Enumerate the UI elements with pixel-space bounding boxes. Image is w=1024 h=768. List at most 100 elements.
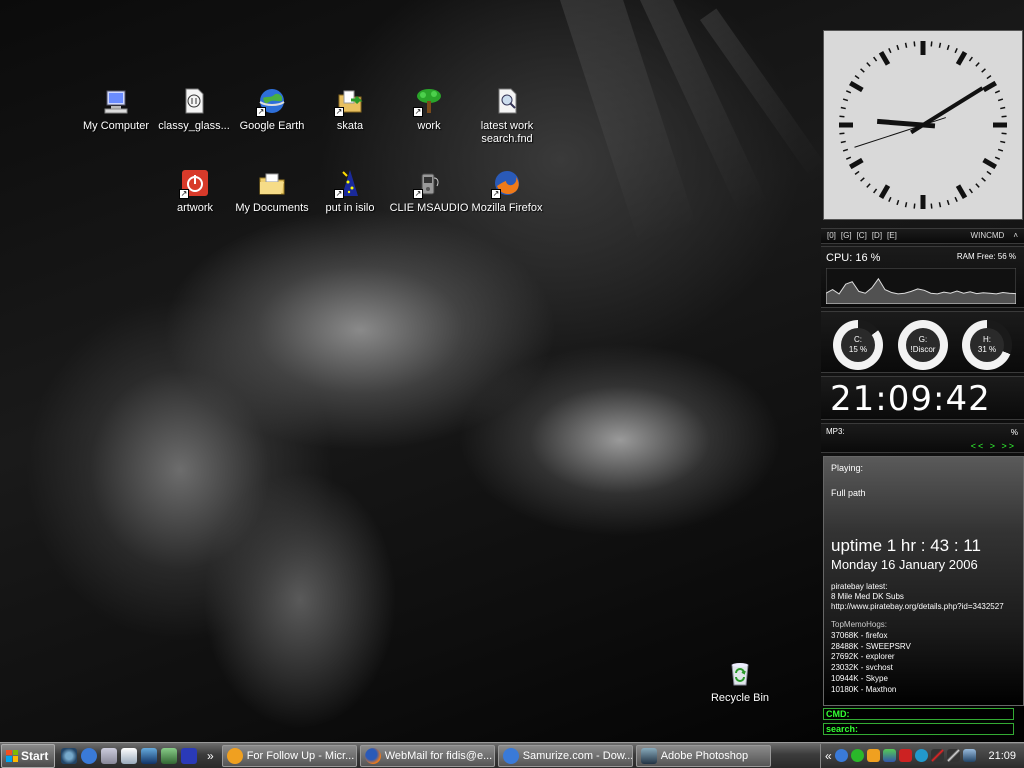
clock-minute-tick [904,42,908,48]
clock-minute-tick [840,106,846,110]
icon-label: put in isilo [325,202,375,214]
clock-minute-tick [873,188,878,194]
shortcut-arrow-icon: ↗ [491,189,501,199]
shortcut-arrow-icon: ↗ [256,107,266,117]
show-desktop-icon[interactable] [101,747,117,764]
desktop-icon-clie-msaudio[interactable]: ↗ CLIE MSAUDIO [390,166,468,215]
shortcut-arrow-icon: ↗ [334,189,344,199]
hog-item: 23032K - svchost [831,663,893,673]
outlook-tray-icon[interactable] [866,749,880,762]
start-button[interactable]: Start [1,743,55,768]
clock-minute-tick [938,202,942,208]
globe-icon: ↗ [255,84,289,118]
clock-minute-tick [1000,106,1006,110]
mp3-percent: % [1010,428,1018,437]
clock-hour-tick [982,157,997,170]
cmd-input[interactable]: CMD: [823,708,1014,720]
wincmd-link[interactable]: WINCMD [971,231,1009,241]
drive-c[interactable]: [C] [857,231,867,241]
task-button-outlook[interactable]: For Follow Up - Micr... [221,744,357,767]
piratebay-url[interactable]: http://www.piratebay.org/details.php?id=… [831,602,1016,612]
save-icon[interactable] [181,747,197,764]
clock-minute-tick [873,56,878,62]
icon-label: Mozilla Firefox [471,202,543,214]
tray-clock[interactable]: 21:09 [988,750,1024,762]
clock-hour-tick [849,80,864,93]
network-tray-icon[interactable] [962,749,976,762]
clock-minute-tick [842,98,849,102]
disk-ring-c: C: 15 % [833,320,883,370]
task-button-photoshop[interactable]: Adobe Photoshop [635,744,771,767]
task-label: WebMail for fidis@e... [384,749,493,762]
pen-tray-icon[interactable] [946,749,960,762]
tray-expand-icon[interactable]: « [825,749,832,763]
clock-minute-tick [888,47,892,54]
ie-icon[interactable] [61,747,77,764]
clock-minute-tick [860,68,865,73]
analog-clock [823,30,1023,220]
wallpaper-streak [560,0,698,248]
outlook-icon[interactable] [121,747,137,764]
clock-minute-tick [946,199,950,206]
clock-minute-tick [930,203,933,209]
more-icon[interactable]: » [207,749,214,763]
desktop-icon-latest-work-search[interactable]: latest work search.fnd [468,84,546,146]
hog-item: 28488K - SWEEPSRV [831,641,911,651]
desktop-icon-put-in-isilo[interactable]: ↗ put in isilo [311,166,389,215]
icon-label: skata [336,120,364,132]
desktop-icon-skata[interactable]: ↗ skata [311,84,389,133]
desktop-icon-my-computer[interactable]: My Computer [77,84,155,133]
document-icon [177,84,211,118]
outlook-icon [226,747,243,764]
drive-e[interactable]: [E] [887,231,897,241]
tree-icon: ↗ [412,84,446,118]
mp3-controls[interactable]: << > >> [971,441,1016,451]
desktop-icon-classy-glass[interactable]: classy_glass... [155,84,233,133]
piratebay-title: piratebay latest: [831,582,888,591]
clock-minute-tick [986,170,992,175]
task-button-samurize[interactable]: Samurize.com - Dow... [497,744,633,767]
desktop-icon-my-documents[interactable]: My Documents [233,166,311,215]
task-button-webmail[interactable]: WebMail for fidis@e... [359,744,495,767]
mp3-label: MP3: [826,427,845,436]
desktop-icon-google-earth[interactable]: ↗ Google Earth [233,84,311,133]
maxthon-icon[interactable] [81,747,97,764]
clock-minute-tick [954,196,958,203]
cpu-label: CPU: 16 % [826,252,881,264]
clock-minute-tick [896,199,900,206]
desktop-icon-artwork[interactable]: ↗ artwork [156,166,234,215]
search-input[interactable]: search: [823,723,1014,735]
memory-hogs: TopMemoHogs: 37068K - firefox 28488K - S… [831,620,1016,696]
icon-label: My Documents [235,202,309,214]
shortcut-arrow-icon: ↗ [413,107,423,117]
wizard-icon: ↗ [333,166,367,200]
clock-minute-tick [946,44,950,51]
clock-minute-tick [997,98,1004,102]
drive-d[interactable]: [D] [872,231,882,241]
drive-0[interactable]: [0] [827,231,836,241]
desktop-icon-work[interactable]: ↗ work [390,84,468,133]
network-icon[interactable] [161,747,177,764]
collapse-arrow-icon[interactable]: ˄ [1013,231,1018,241]
messenger-tray-icon[interactable] [882,749,896,762]
maxthon-tray-icon[interactable] [834,749,848,762]
antivirus-tray-icon[interactable] [898,749,912,762]
skype-tray-icon[interactable] [914,749,928,762]
drive-g[interactable]: [G] [841,231,852,241]
activity-tray-icon[interactable] [930,749,944,762]
clock-minute-tick [913,203,916,209]
clock-hour-tick [982,80,997,93]
explorer-icon[interactable] [141,747,157,764]
desktop-icon-recycle-bin[interactable]: Recycle Bin [701,656,779,705]
clock-minute-tick [975,62,980,67]
piratebay-item[interactable]: 8 Mile Med DK Subs [831,592,1016,602]
check-tray-icon[interactable] [850,749,864,762]
clock-minute-tick [845,90,852,94]
search-file-icon [490,84,524,118]
desktop-icon-mozilla-firefox[interactable]: ↗ Mozilla Firefox [468,166,546,215]
shortcut-arrow-icon: ↗ [413,189,423,199]
wallpaper-streak [640,0,769,218]
disk-value: 31 % [977,345,997,354]
clock-minute-tick [888,196,892,203]
clock-minute-tick [954,47,958,54]
